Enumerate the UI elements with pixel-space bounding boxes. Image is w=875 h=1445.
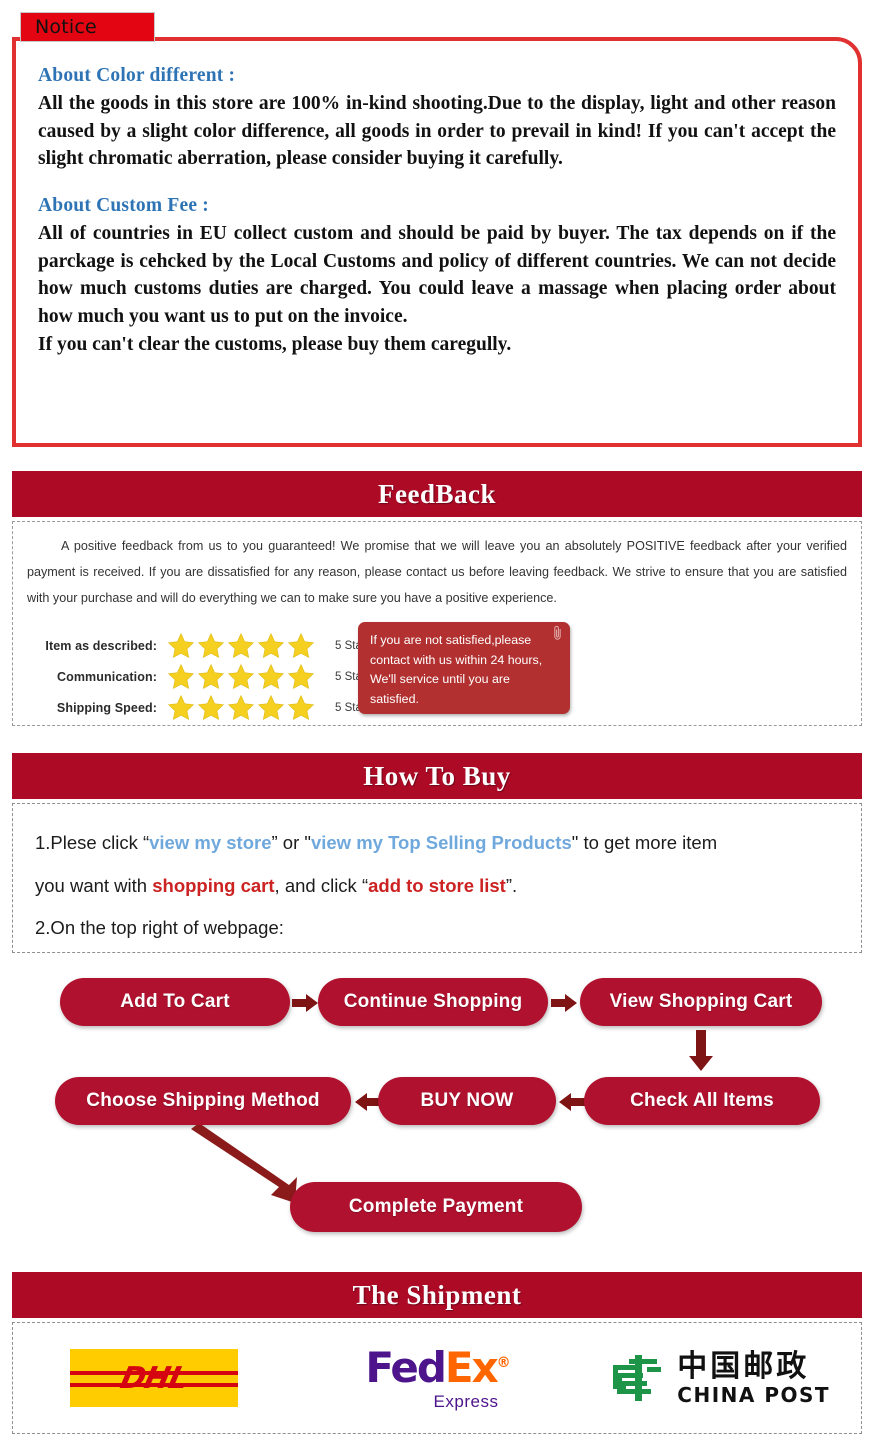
dhl-logo: DHL: [70, 1349, 239, 1407]
notice-heading-custom-fee: About Custom Fee :: [38, 195, 209, 217]
feedback-callout: If you are not satisfied,please contact …: [358, 622, 570, 714]
flow-step-label: Continue Shopping: [343, 991, 523, 1012]
rating-row: Shipping Speed: 5 Star: [37, 692, 366, 723]
step1-suffix: " to get more item: [571, 832, 718, 853]
china-post-emblem-icon: [613, 1355, 662, 1401]
star-icon: [197, 632, 225, 658]
flow-step-label: Add To Cart: [120, 991, 230, 1012]
step1-line2-suffix: ”.: [505, 874, 518, 896]
star-icon: [227, 663, 255, 689]
step1-prefix: 1.Plese click “: [35, 832, 150, 853]
flow-step-choose-shipping-method[interactable]: Choose Shipping Method: [55, 1077, 351, 1125]
step1-line2-mid: , and click “: [274, 874, 369, 896]
shipment-banner: The Shipment: [12, 1272, 862, 1318]
star-icon: [227, 694, 255, 720]
flow-step-label: Choose Shipping Method: [86, 1090, 320, 1111]
rating-stars: [167, 694, 325, 721]
rating-label: Shipping Speed:: [56, 700, 157, 715]
star-icon: [197, 663, 225, 689]
carrier-fedex: FedEx® Express: [296, 1346, 579, 1411]
fedex-express-label: Express: [433, 1391, 499, 1411]
notice-tab-label: Notice: [35, 16, 97, 38]
flow-step-continue-shopping[interactable]: Continue Shopping: [318, 978, 548, 1026]
fedex-logo-wordmark: FedEx®: [365, 1346, 511, 1389]
china-post-logo: 中国邮政 CHINA POST: [609, 1349, 830, 1407]
china-post-chinese-label: 中国邮政: [677, 1348, 810, 1384]
how-to-buy-step-1: 1.Plese click “view my store” or "view m…: [35, 822, 839, 865]
star-icon: [257, 663, 285, 689]
flow-step-label: Check All Items: [630, 1090, 774, 1111]
how-to-buy-banner: How To Buy: [12, 753, 862, 799]
step1-mid: ” or ": [271, 832, 311, 853]
notice-heading-color: About Color different :: [38, 65, 236, 86]
star-icon: [257, 694, 285, 720]
fedex-ex-text: Ex: [444, 1342, 499, 1392]
how-to-buy-banner-title: How To Buy: [363, 760, 511, 791]
shipment-carriers: DHL FedEx® Express 中国邮政 CHINA POST: [12, 1322, 862, 1434]
rating-row: Communication: 5 Star: [37, 661, 366, 692]
arrow-right-icon: [551, 994, 577, 1012]
star-icon: [167, 632, 195, 658]
emphasis-shopping-cart: shopping cart: [152, 874, 275, 896]
how-to-buy-step-1-line-2: you want with shopping cart, and click “…: [35, 865, 839, 908]
arrow-right-icon: [292, 994, 318, 1012]
notice-tab: Notice: [20, 12, 155, 42]
rating-row: Item as described: 5 Star: [37, 630, 366, 661]
star-icon: [167, 694, 195, 720]
rating-label: Communication:: [56, 669, 157, 684]
star-icon: [287, 663, 315, 689]
rating-label: Item as described:: [45, 638, 157, 653]
registered-mark-icon: ®: [496, 1354, 511, 1371]
dhl-logo-label: DHL: [117, 1360, 192, 1396]
star-icon: [287, 694, 315, 720]
china-post-wordmark: 中国邮政 CHINA POST: [677, 1348, 831, 1407]
rating-stars: [167, 632, 325, 659]
arrow-left-icon: [559, 1093, 585, 1111]
feedback-ratings: Item as described: 5 Star Communication:: [37, 630, 366, 723]
star-icon: [167, 663, 195, 689]
fedex-fed-text: Fed: [365, 1342, 447, 1392]
promo-page: Notice About Color different : All the g…: [0, 0, 875, 1445]
fedex-logo: FedEx® Express: [365, 1346, 511, 1411]
shipment-banner-title: The Shipment: [352, 1279, 522, 1310]
flow-step-label: View Shopping Cart: [609, 991, 793, 1012]
rating-stars: [167, 663, 325, 690]
flow-step-label: BUY NOW: [420, 1090, 514, 1111]
feedback-paragraph: A positive feedback from us to you guara…: [13, 522, 861, 611]
notice-box: About Color different : All the goods in…: [12, 37, 862, 447]
flow-step-view-shopping-cart[interactable]: View Shopping Cart: [580, 978, 822, 1026]
star-icon: [227, 632, 255, 658]
flow-step-label: Complete Payment: [348, 1196, 524, 1217]
notice-spacer: [38, 173, 836, 195]
paperclip-icon: [554, 625, 561, 640]
flow-step-check-all-items[interactable]: Check All Items: [584, 1077, 820, 1125]
notice-section: Notice About Color different : All the g…: [0, 0, 875, 460]
feedback-callout-text: If you are not satisfied,please contact …: [370, 633, 543, 706]
arrow-down-icon: [689, 1030, 713, 1071]
star-icon: [257, 632, 285, 658]
flow-step-add-to-cart[interactable]: Add To Cart: [60, 978, 290, 1026]
flow-step-buy-now[interactable]: BUY NOW: [378, 1077, 556, 1125]
notice-body-custom-fee-extra: If you can't clear the customs, please b…: [38, 333, 512, 355]
star-icon: [287, 632, 315, 658]
feedback-banner-title: FeedBack: [378, 478, 496, 509]
how-to-buy-step-2: 2.On the top right of webpage:: [35, 917, 284, 939]
link-view-my-store[interactable]: view my store: [149, 832, 271, 853]
purchase-flow-diagram: Add To Cart Continue Shopping View Shopp…: [0, 960, 875, 1250]
carrier-china-post: 中国邮政 CHINA POST: [578, 1349, 861, 1407]
china-post-english-label: CHINA POST: [677, 1382, 831, 1407]
star-icon: [197, 694, 225, 720]
step1-line2-prefix: you want with: [35, 874, 153, 896]
flow-step-complete-payment[interactable]: Complete Payment: [290, 1182, 582, 1232]
feedback-paragraph-text: A positive feedback from us to you guara…: [27, 539, 847, 605]
arrow-diagonal-icon: [191, 1125, 297, 1203]
link-view-my-top-selling-products[interactable]: view my Top Selling Products: [311, 832, 572, 853]
notice-body-custom-fee: All of countries in EU collect custom an…: [38, 223, 836, 328]
notice-body-color: All the goods in this store are 100% in-…: [38, 93, 836, 170]
feedback-banner: FeedBack: [12, 471, 862, 517]
how-to-buy-box: 1.Plese click “view my store” or "view m…: [12, 803, 862, 953]
carrier-dhl: DHL: [13, 1349, 296, 1407]
emphasis-add-to-store-list: add to store list: [368, 874, 506, 896]
